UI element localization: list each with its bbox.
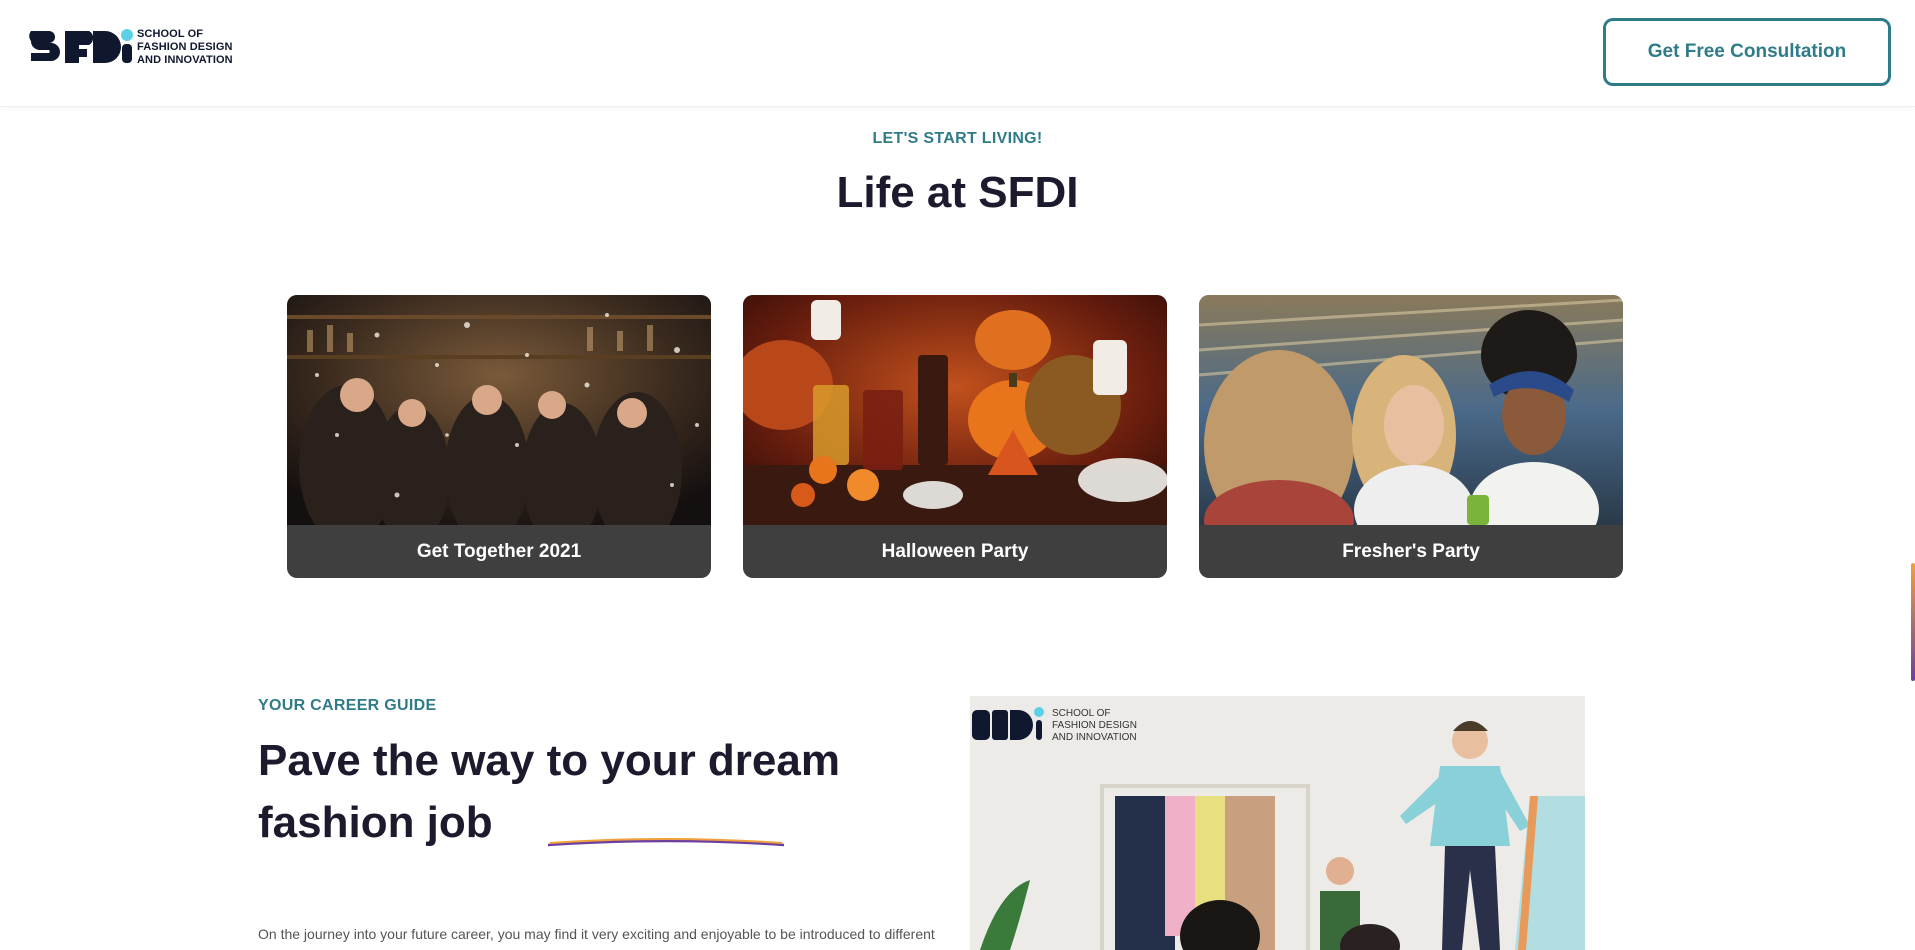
halloween-table-photo (743, 295, 1167, 525)
mural-logo-line-1: SCHOOL OF (1052, 708, 1111, 719)
life-eyebrow: LET'S START LIVING! (872, 130, 1043, 147)
logo-line-2: FASHION DESIGN (137, 40, 233, 53)
party-confetti-photo (287, 295, 711, 525)
side-scroll-accent (1911, 563, 1915, 681)
career-title-line-1: Pave the way to your dream (258, 736, 840, 785)
logo-line-3: AND INNOVATION (137, 53, 233, 66)
life-title: Life at SFDI (836, 168, 1079, 217)
mural-logo-line-3: AND INNOVATION (1052, 732, 1137, 743)
decorative-underline-icon (547, 838, 785, 847)
friends-laughing-photo (1199, 295, 1623, 525)
logo-text: SCHOOL OF FASHION DESIGN AND INNOVATION (137, 28, 233, 67)
logo-line-1: SCHOOL OF (137, 27, 204, 40)
site-header: SCHOOL OF FASHION DESIGN AND INNOVATION … (0, 0, 1915, 107)
sfdi-logo[interactable]: SCHOOL OF FASHION DESIGN AND INNOVATION (29, 27, 233, 67)
event-card-caption: Halloween Party (881, 540, 1029, 562)
event-card-halloween[interactable]: Halloween Party (743, 295, 1167, 578)
career-body-text: On the journey into your future career, … (258, 926, 935, 942)
event-card-freshers[interactable]: Fresher's Party (1199, 295, 1623, 578)
event-card-caption: Get Together 2021 (416, 540, 582, 562)
career-eyebrow: YOUR CAREER GUIDE (258, 697, 437, 714)
event-card-caption: Fresher's Party (1342, 540, 1480, 562)
sfdi-mural-photo: SCHOOL OF FASHION DESIGN AND INNOVATION (970, 696, 1585, 950)
event-card-get-together[interactable]: Get Together 2021 (287, 295, 711, 578)
get-free-consultation-button[interactable]: Get Free Consultation (1603, 18, 1891, 86)
mural-logo-line-2: FASHION DESIGN (1052, 720, 1137, 731)
sfdi-logo-mark (29, 29, 133, 63)
